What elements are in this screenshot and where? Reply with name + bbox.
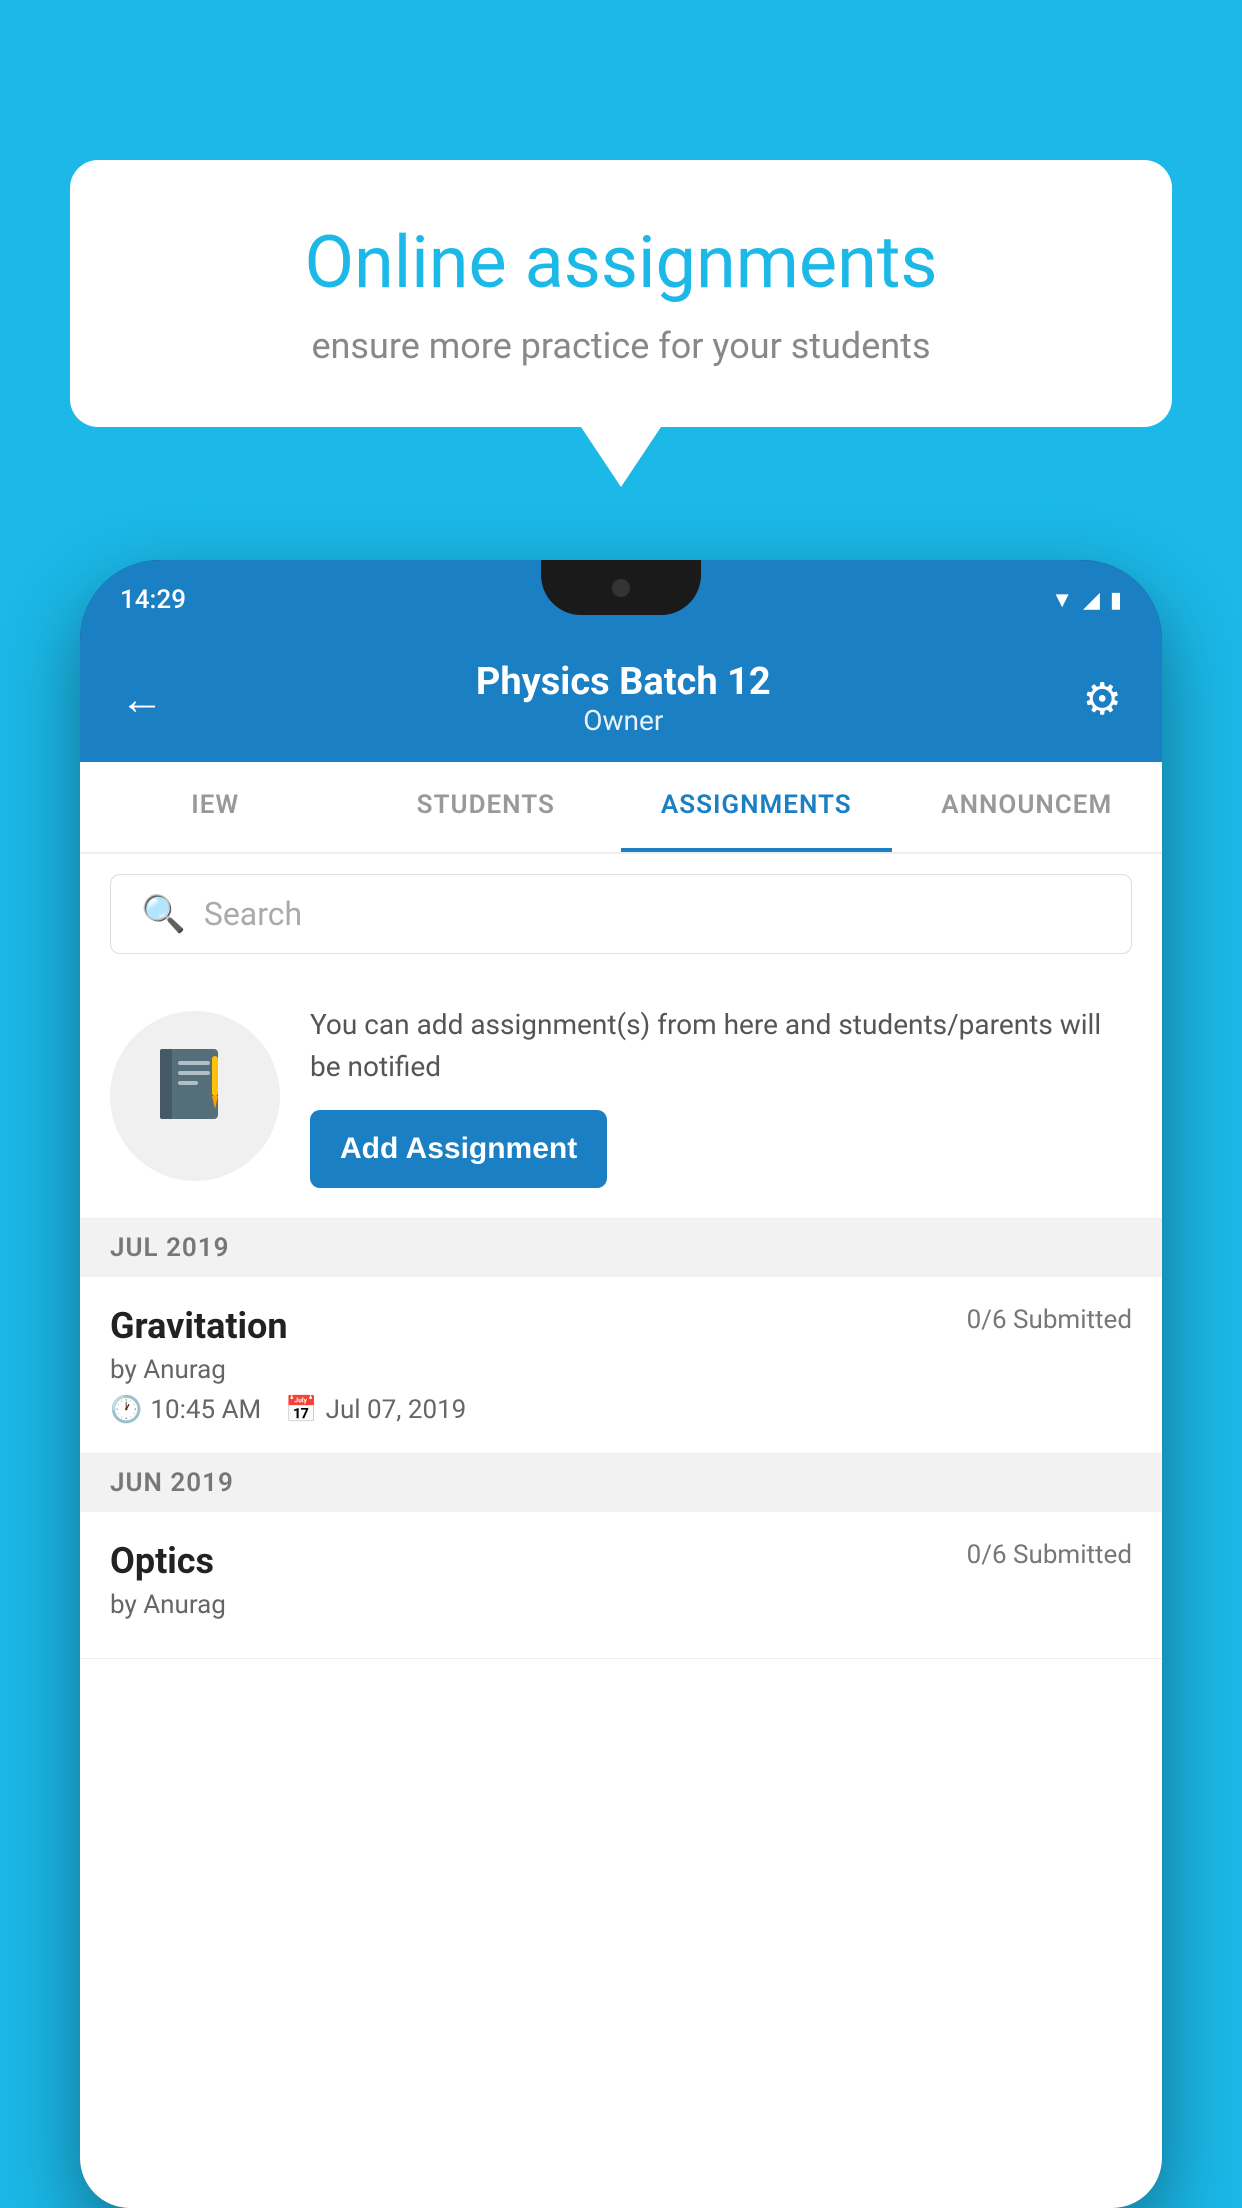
promo-text-block: You can add assignment(s) from here and …: [310, 1004, 1132, 1188]
header-title-block: Physics Batch 12 Owner: [476, 660, 771, 737]
speech-bubble-container: Online assignments ensure more practice …: [70, 160, 1172, 487]
assignment-title-gravitation: Gravitation: [110, 1305, 288, 1347]
battery-icon: ▮: [1110, 588, 1122, 613]
section-header-jun: JUN 2019: [80, 1454, 1162, 1512]
assignment-item-gravitation[interactable]: Gravitation 0/6 Submitted by Anurag 🕐 10…: [80, 1277, 1162, 1454]
status-bar: 14:29 ▼ ◢ ▮: [80, 560, 1162, 640]
phone-frame: 14:29 ▼ ◢ ▮ ← Physics Batch 12 Owner ⚙ I…: [80, 560, 1162, 2208]
status-time: 14:29: [120, 585, 186, 615]
promo-block: You can add assignment(s) from here and …: [80, 974, 1162, 1219]
promo-icon-circle: [110, 1011, 280, 1181]
speech-bubble-subtitle: ensure more practice for your students: [150, 325, 1092, 367]
settings-icon[interactable]: ⚙: [1083, 673, 1122, 725]
camera-dot: [612, 579, 630, 597]
speech-bubble-title: Online assignments: [150, 220, 1092, 305]
notch: [541, 560, 701, 615]
clock-icon: 🕐: [110, 1395, 142, 1425]
assignment-by-gravitation: by Anurag: [110, 1355, 1132, 1385]
assignment-date-value: Jul 07, 2019: [326, 1395, 467, 1425]
notebook-icon: [150, 1041, 240, 1151]
assignment-item-optics[interactable]: Optics 0/6 Submitted by Anurag: [80, 1512, 1162, 1659]
promo-description: You can add assignment(s) from here and …: [310, 1004, 1132, 1088]
add-assignment-button[interactable]: Add Assignment: [310, 1110, 607, 1188]
section-header-jul: JUL 2019: [80, 1219, 1162, 1277]
calendar-icon: 📅: [285, 1395, 317, 1425]
app-header: ← Physics Batch 12 Owner ⚙: [80, 640, 1162, 762]
header-title: Physics Batch 12: [476, 660, 771, 704]
search-bar: 🔍 Search: [80, 854, 1162, 974]
speech-bubble: Online assignments ensure more practice …: [70, 160, 1172, 427]
assignment-submitted-gravitation: 0/6 Submitted: [967, 1305, 1132, 1335]
tabs-bar: IEW STUDENTS ASSIGNMENTS ANNOUNCEM: [80, 762, 1162, 854]
back-button[interactable]: ←: [120, 673, 164, 725]
tab-students[interactable]: STUDENTS: [351, 762, 622, 852]
assignment-time: 🕐 10:45 AM: [110, 1395, 261, 1425]
tab-iew[interactable]: IEW: [80, 762, 351, 852]
speech-bubble-arrow: [581, 427, 661, 487]
tab-assignments[interactable]: ASSIGNMENTS: [621, 762, 892, 852]
search-input-wrapper[interactable]: 🔍 Search: [110, 874, 1132, 954]
assignment-item-top: Gravitation 0/6 Submitted: [110, 1305, 1132, 1347]
search-icon: 🔍: [141, 893, 186, 935]
assignment-submitted-optics: 0/6 Submitted: [967, 1540, 1132, 1570]
phone-content: 🔍 Search: [80, 854, 1162, 2208]
assignment-time-value: 10:45 AM: [150, 1395, 261, 1425]
assignment-meta-gravitation: 🕐 10:45 AM 📅 Jul 07, 2019: [110, 1395, 1132, 1425]
assignment-date: 📅 Jul 07, 2019: [285, 1395, 466, 1425]
search-placeholder: Search: [204, 895, 302, 933]
assignment-title-optics: Optics: [110, 1540, 214, 1582]
header-subtitle: Owner: [476, 704, 771, 737]
signal-icon: ◢: [1083, 588, 1100, 613]
wifi-icon: ▼: [1051, 587, 1073, 613]
status-icons: ▼ ◢ ▮: [1051, 587, 1122, 613]
assignment-by-optics: by Anurag: [110, 1590, 1132, 1620]
assignment-item-top-optics: Optics 0/6 Submitted: [110, 1540, 1132, 1582]
tab-announcements[interactable]: ANNOUNCEM: [892, 762, 1163, 852]
